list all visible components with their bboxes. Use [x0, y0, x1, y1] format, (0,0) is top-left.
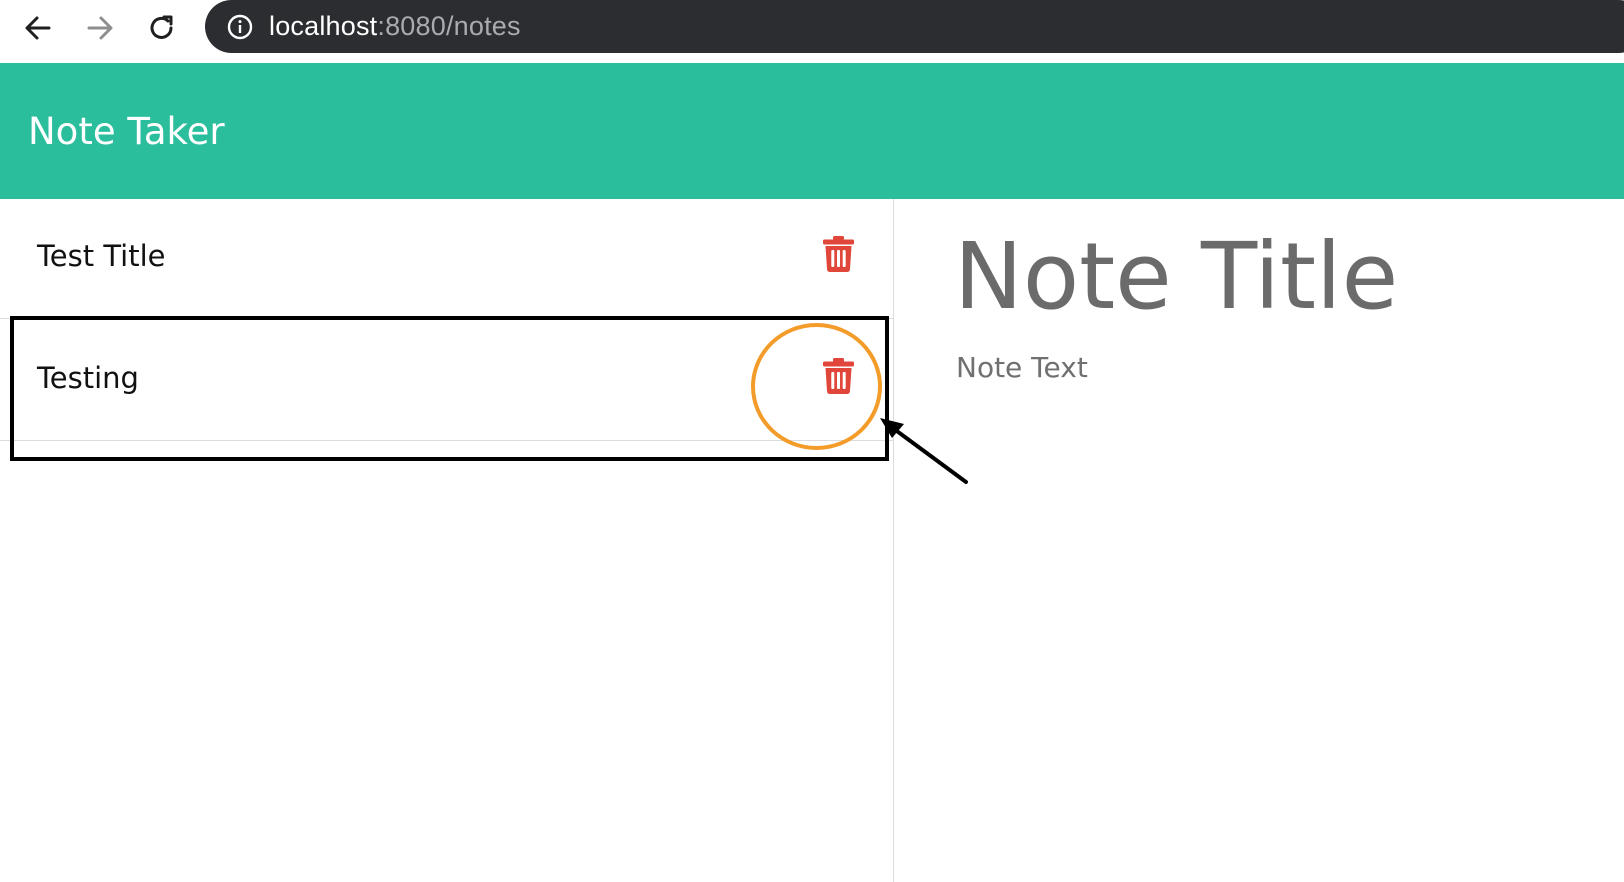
info-icon[interactable] [227, 14, 253, 40]
list-item[interactable]: Testing [0, 321, 893, 441]
note-title-label: Test Title [37, 239, 166, 273]
back-button[interactable] [18, 8, 58, 48]
note-editor [894, 199, 1624, 882]
trash-icon[interactable] [823, 236, 854, 272]
note-title-input[interactable] [954, 221, 1594, 331]
reload-button[interactable] [142, 8, 182, 48]
page: localhost:8080/notes Note Taker Test Tit… [0, 0, 1624, 882]
trash-icon[interactable] [823, 358, 854, 394]
url-text: localhost:8080/notes [269, 11, 521, 42]
note-text-input[interactable] [956, 351, 1576, 751]
app-title[interactable]: Note Taker [28, 110, 225, 153]
reload-icon [150, 15, 173, 39]
url-host: localhost [269, 11, 378, 41]
forward-arrow-icon [87, 16, 113, 40]
url-path: :8080/notes [377, 11, 521, 41]
list-item[interactable]: Test Title [0, 199, 893, 319]
note-title-label: Testing [37, 361, 139, 395]
app-header: Note Taker [0, 63, 1624, 199]
browser-toolbar: localhost:8080/notes [0, 0, 1624, 62]
back-arrow-icon [25, 16, 51, 40]
address-bar[interactable]: localhost:8080/notes [205, 0, 1624, 53]
notes-list: Test Title Testing [0, 199, 894, 882]
forward-button[interactable] [80, 8, 120, 48]
